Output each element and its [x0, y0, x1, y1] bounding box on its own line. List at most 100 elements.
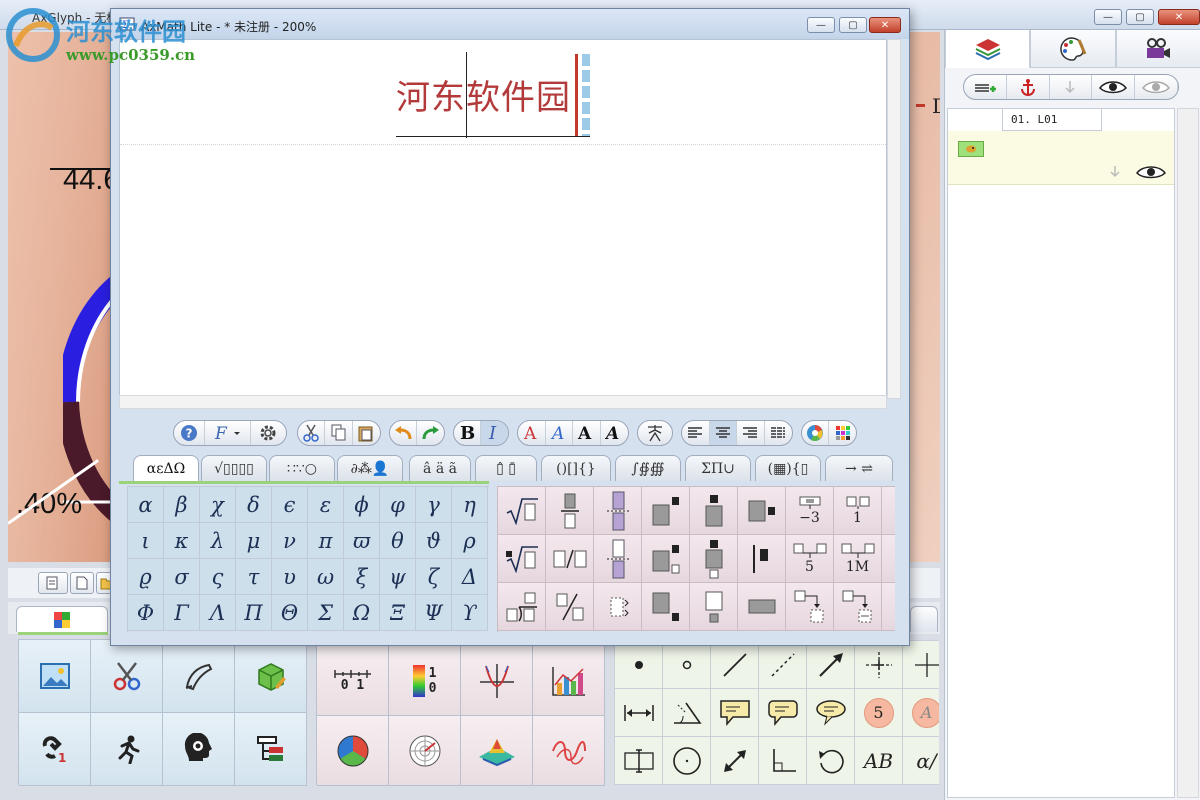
move-down-button[interactable]	[1050, 75, 1093, 99]
tab-style[interactable]	[1030, 30, 1116, 68]
template-nthroot[interactable]	[498, 535, 546, 583]
tool-brain[interactable]	[163, 713, 235, 786]
tab-sums[interactable]: ΣΠ∪	[685, 455, 751, 481]
template-stack-dashed[interactable]	[594, 583, 642, 631]
copy-button[interactable]	[325, 421, 353, 445]
tool-double-arrow[interactable]	[711, 737, 759, 785]
italic-button[interactable]: I	[481, 421, 508, 445]
template-t5[interactable]	[786, 583, 834, 631]
symbol-cell[interactable]: ζ	[416, 559, 452, 595]
template-wide-box[interactable]	[738, 583, 786, 631]
symbol-cell[interactable]: α	[128, 487, 164, 523]
symbol-cell[interactable]: β	[164, 487, 200, 523]
symbol-cell[interactable]: λ	[200, 523, 236, 559]
tool-axis[interactable]	[903, 641, 939, 689]
template-t4[interactable]: 1M	[834, 535, 882, 583]
tool-colorbar[interactable]: 1 0	[389, 646, 461, 716]
align-right-button[interactable]	[737, 421, 765, 445]
tool-right-angle[interactable]	[759, 737, 807, 785]
tool-angle[interactable]	[663, 689, 711, 737]
symbol-cell[interactable]: ξ	[344, 559, 380, 595]
axmath-maximize-button[interactable]: ▢	[839, 17, 867, 33]
paste-button[interactable]	[353, 421, 380, 445]
layer-visibility-button[interactable]	[1136, 165, 1166, 179]
symbol-cell[interactable]: ϒ	[452, 595, 488, 631]
symbol-cell[interactable]: ϖ	[344, 523, 380, 559]
formula-editor[interactable]: 河东软件园	[119, 39, 887, 399]
template-subscript[interactable]	[642, 583, 690, 631]
tab-integrals[interactable]: ∫∯∰	[615, 455, 681, 481]
symbol-cell[interactable]: ν	[272, 523, 308, 559]
tool-pen[interactable]	[163, 640, 235, 713]
settings-button[interactable]	[251, 421, 286, 445]
symbol-cell[interactable]: π	[308, 523, 344, 559]
symbol-cell[interactable]: δ	[236, 487, 272, 523]
tool-crosshair[interactable]	[855, 641, 903, 689]
tool-polar-plot[interactable]	[389, 716, 461, 786]
bold-button[interactable]: B	[454, 421, 482, 445]
minimize-button[interactable]: —	[1094, 9, 1122, 25]
symbol-cell[interactable]: ϱ	[128, 559, 164, 595]
layer-row[interactable]	[948, 131, 1174, 185]
redo-button[interactable]	[417, 421, 444, 445]
symbol-cell[interactable]: ε	[308, 487, 344, 523]
tool-curve-plot[interactable]	[533, 716, 605, 786]
symbol-cell[interactable]: Ω	[344, 595, 380, 631]
tool-animate[interactable]	[91, 713, 163, 786]
tab-brackets[interactable]: ()[]{}	[541, 455, 611, 481]
tool-image[interactable]	[19, 640, 91, 713]
template-sqrt[interactable]	[498, 487, 546, 535]
symbol-cell[interactable]: η	[452, 487, 488, 523]
tool-callout-oval[interactable]	[807, 689, 855, 737]
layer-lock-button[interactable]	[1108, 165, 1122, 179]
tool-arrow[interactable]	[807, 641, 855, 689]
layer-list[interactable]: 01. L01	[947, 108, 1175, 798]
new-document-button[interactable]	[70, 572, 94, 594]
symbol-cell[interactable]: μ	[236, 523, 272, 559]
symbol-cell[interactable]: υ	[272, 559, 308, 595]
symbol-cell[interactable]: ϵ	[272, 487, 308, 523]
symbol-cell[interactable]: Σ	[308, 595, 344, 631]
template-overflow[interactable]	[882, 535, 895, 583]
template-overflow[interactable]	[882, 487, 895, 535]
symbol-cell[interactable]: ψ	[380, 559, 416, 595]
tool-circle[interactable]	[663, 737, 711, 785]
tool-number-line[interactable]: 0 1	[317, 646, 389, 716]
symbol-cell[interactable]: ι	[128, 523, 164, 559]
tab-extra[interactable]	[910, 606, 938, 632]
symbol-cell[interactable]: Π	[236, 595, 272, 631]
font-menu-button[interactable]: F	[205, 421, 251, 445]
color-grid-button[interactable]	[829, 421, 856, 445]
font-italic-button[interactable]: A	[546, 421, 573, 445]
font-upright-button[interactable]: A	[518, 421, 546, 445]
template-t1[interactable]: −3	[786, 487, 834, 535]
axmath-close-button[interactable]: ✕	[869, 17, 901, 33]
tool-rotate[interactable]	[807, 737, 855, 785]
tool-layers[interactable]	[235, 713, 307, 786]
symbol-cell[interactable]: Θ	[272, 595, 308, 631]
tool-dimension[interactable]	[615, 689, 663, 737]
symbol-cell[interactable]: Λ	[200, 595, 236, 631]
template-bevelled-fraction[interactable]	[546, 583, 594, 631]
editor-vertical-scrollbar[interactable]	[887, 39, 901, 399]
symbol-cell[interactable]: χ	[200, 487, 236, 523]
template-bar[interactable]	[738, 535, 786, 583]
symbol-cell[interactable]: ρ	[452, 523, 488, 559]
template-t3[interactable]: 5	[786, 535, 834, 583]
template-stack[interactable]	[594, 535, 642, 583]
symbol-cell[interactable]: κ	[164, 523, 200, 559]
editor-horizontal-scrollbar[interactable]	[119, 395, 887, 409]
tool-line[interactable]	[711, 641, 759, 689]
tab-arrows[interactable]: → ⇌	[825, 455, 893, 481]
symbol-cell[interactable]: ς	[200, 559, 236, 595]
tab-matrices[interactable]: (▦){▯	[755, 455, 821, 481]
tab-roots[interactable]: √▯▯▯▯	[201, 455, 267, 481]
template-long-division[interactable]	[498, 583, 546, 631]
tool-pie-chart[interactable]	[317, 716, 389, 786]
template-t6[interactable]	[834, 583, 882, 631]
align-justify-button[interactable]	[765, 421, 792, 445]
font-bold-button[interactable]: A	[573, 421, 601, 445]
maximize-button[interactable]: ▢	[1126, 9, 1154, 25]
axmath-minimize-button[interactable]: —	[807, 17, 835, 33]
template-fraction-inline[interactable]	[594, 487, 642, 535]
